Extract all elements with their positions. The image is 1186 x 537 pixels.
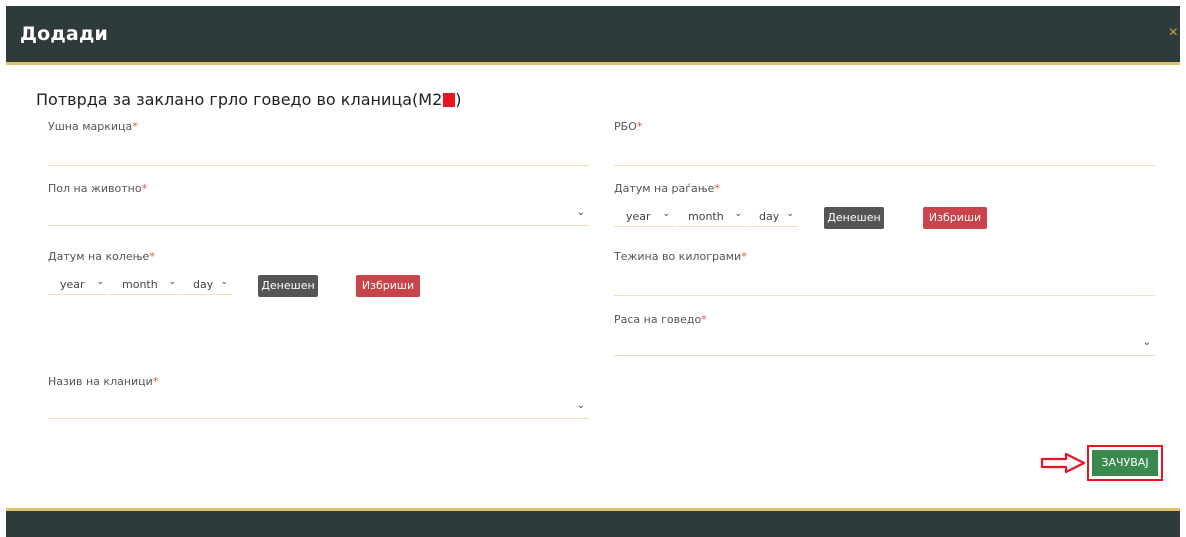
birth-delete-button[interactable]: Избриши (923, 207, 987, 229)
rbo-label: РБО* (614, 120, 643, 133)
form-title: Потврда за заклано грло говедо во кланиц… (36, 90, 462, 109)
slaughterhouse-label: Назив на кланици* (48, 375, 159, 388)
chevron-down-icon: ⌄ (786, 209, 794, 219)
weight-label: Тежина во килограми* (614, 250, 747, 263)
birth-day-select[interactable]: day ⌄ (747, 208, 798, 227)
breed-select[interactable]: ⌄ (614, 335, 1155, 356)
slaughter-day-select[interactable]: day ⌄ (181, 276, 232, 295)
close-icon[interactable]: × (1169, 24, 1178, 42)
breed-label: Раса на говедо* (614, 313, 707, 326)
chevron-down-icon: ⌄ (576, 207, 585, 218)
redaction-mark (443, 93, 456, 107)
modal-footer (6, 508, 1180, 537)
sex-label: Пол на животно* (48, 182, 148, 195)
form-title-end: ) (455, 90, 462, 109)
slaughterhouse-select[interactable]: ⌄ (48, 398, 589, 419)
weight-input[interactable] (614, 275, 1155, 296)
slaughter-today-button[interactable]: Денешен (258, 275, 318, 297)
chevron-down-icon: ⌄ (734, 209, 742, 219)
form-title-text: Потврда за заклано грло говедо во кланиц… (36, 90, 443, 109)
chevron-down-icon: ⌄ (168, 277, 176, 287)
save-button[interactable]: ЗАЧУВАЈ (1092, 450, 1158, 476)
birth-month-select[interactable]: month ⌄ (676, 208, 746, 227)
ear-tag-label: Ушна маркица* (48, 120, 138, 133)
chevron-down-icon: ⌄ (1142, 337, 1151, 348)
arrow-right-icon (1040, 452, 1086, 474)
chevron-down-icon: ⌄ (662, 209, 670, 219)
modal (6, 6, 1180, 537)
ear-tag-input[interactable] (48, 145, 589, 166)
chevron-down-icon: ⌄ (220, 277, 228, 287)
modal-header: Додади × (6, 6, 1180, 65)
modal-title: Додади (20, 23, 108, 45)
slaughter-delete-button[interactable]: Избриши (356, 275, 420, 297)
birth-date-label: Датум на раѓање* (614, 182, 720, 195)
sex-select[interactable]: ⌄ (48, 205, 589, 226)
birth-today-button[interactable]: Денешен (824, 207, 884, 229)
slaughter-date-label: Датум на колење* (48, 250, 155, 263)
slaughter-month-select[interactable]: month ⌄ (110, 276, 180, 295)
chevron-down-icon: ⌄ (96, 277, 104, 287)
slaughter-year-select[interactable]: year ⌄ (48, 276, 108, 295)
birth-year-select[interactable]: year ⌄ (614, 208, 674, 227)
chevron-down-icon: ⌄ (576, 400, 585, 411)
rbo-input[interactable] (614, 145, 1155, 166)
